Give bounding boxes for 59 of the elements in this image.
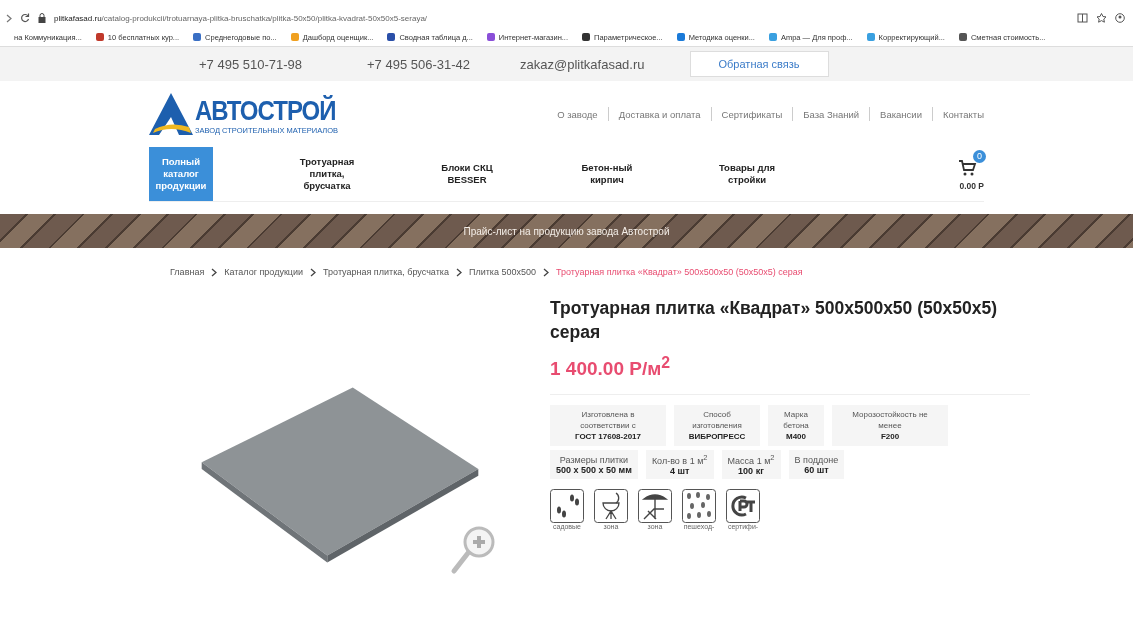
top-menu-link[interactable]: Вакансии: [880, 108, 922, 120]
nav-tab[interactable]: Товары для стройки: [677, 147, 817, 201]
breadcrumb-link[interactable]: Главная: [170, 265, 205, 280]
spec-value: 500 x 500 x 50 мм: [556, 464, 632, 475]
spec-label: Морозостойкость не менее: [851, 409, 929, 432]
top-menu-link[interactable]: О заводе: [557, 108, 598, 120]
spec-value: ГОСТ 17608-2017: [574, 431, 641, 443]
feedback-button[interactable]: Обратная связь: [689, 51, 829, 77]
logo-triangle-icon: [149, 93, 193, 135]
phone-link[interactable]: +7 495 506-31-42: [367, 56, 471, 72]
bookmark-star-icon[interactable]: [1096, 13, 1107, 23]
nav-tab[interactable]: Блоки СКЦ BESSER: [397, 147, 537, 201]
profile-icon[interactable]: [1115, 13, 1125, 23]
cart-count-badge: 0: [973, 150, 986, 163]
phone-link[interactable]: +7 495 510-71-98: [199, 56, 302, 72]
logo-wordmark[interactable]: АВТОСТРОЙ: [195, 97, 339, 125]
spec-value: М400: [786, 431, 806, 443]
spec-value: 100 кг: [738, 466, 764, 477]
forward-icon[interactable]: [6, 13, 12, 23]
footprints-icon: [550, 489, 584, 524]
top-menu-link[interactable]: Контакты: [942, 108, 984, 120]
top-menu-link[interactable]: База Знаний: [803, 108, 860, 120]
chevron-icon: [542, 268, 549, 277]
product-price: 1 400.00 Р/м$^{2}$: [550, 354, 672, 381]
spec-label: Изготовлена в соответствии с: [579, 409, 637, 432]
top-menu-link[interactable]: Сертификаты: [721, 108, 783, 120]
spec-label: Способ изготовления: [691, 409, 743, 432]
email-link[interactable]: zakaz@plitkafasad.ru: [520, 56, 645, 72]
nav-tab[interactable]: Бетон-ный кирпич: [537, 147, 677, 201]
spec-value: 60 шт: [804, 464, 829, 475]
breadcrumb-link[interactable]: Плитка 500х500: [468, 265, 536, 280]
spec-value: ВИБРОПРЕСС: [688, 431, 746, 443]
product-title: Тротуарная плитка «Квадрат» 500х500х50 (50х50х5) серая: [550, 297, 998, 344]
spec-label: В поддоне: [794, 454, 839, 465]
breadcrumb-link[interactable]: Каталог продукции: [224, 265, 304, 280]
top-menu-link[interactable]: Доставка и оплата: [618, 108, 701, 120]
lock-icon: [38, 13, 46, 23]
spec-label: Марка бетона: [782, 409, 810, 432]
footprints-pattern-icon: [682, 489, 716, 524]
spec-label: Масса 1 м$^{2}$: [727, 453, 775, 467]
reload-icon[interactable]: [20, 13, 30, 23]
chevron-icon: [211, 268, 218, 277]
spec-label: Размеры плитки: [559, 454, 628, 465]
extension-icon[interactable]: [1077, 13, 1088, 23]
chevron-icon: [455, 268, 462, 277]
deck-chair-icon: [638, 489, 672, 524]
chevron-icon: [310, 268, 317, 277]
grill-icon: [594, 489, 628, 524]
price-list-banner[interactable]: Прайс-лист на продукцию завода Автострой: [0, 214, 1133, 248]
certification-mark-icon: [726, 489, 760, 524]
cart-total: 0.00 Р: [959, 181, 984, 191]
breadcrumb-link[interactable]: Тротуарная плитка, брусчатка: [323, 265, 449, 280]
address-field[interactable]: plitkafasad.ru/catalog-produkcii/trotuarnaya-plitka-bruschatka/plitka-50x50/plitka-kvadrat-50x50x5-seraya/: [54, 13, 428, 23]
cart-icon[interactable]: [958, 157, 978, 177]
spec-value: F200: [880, 431, 900, 443]
spec-value: 4 шт: [670, 466, 690, 477]
banner-text[interactable]: Прайс-лист на продукцию завода Автострой: [463, 225, 670, 237]
nav-tab[interactable]: Тротуарная плитка, брусчатка: [257, 147, 397, 201]
spec-label: Кол-во в 1 м$^{2}$: [651, 453, 708, 467]
